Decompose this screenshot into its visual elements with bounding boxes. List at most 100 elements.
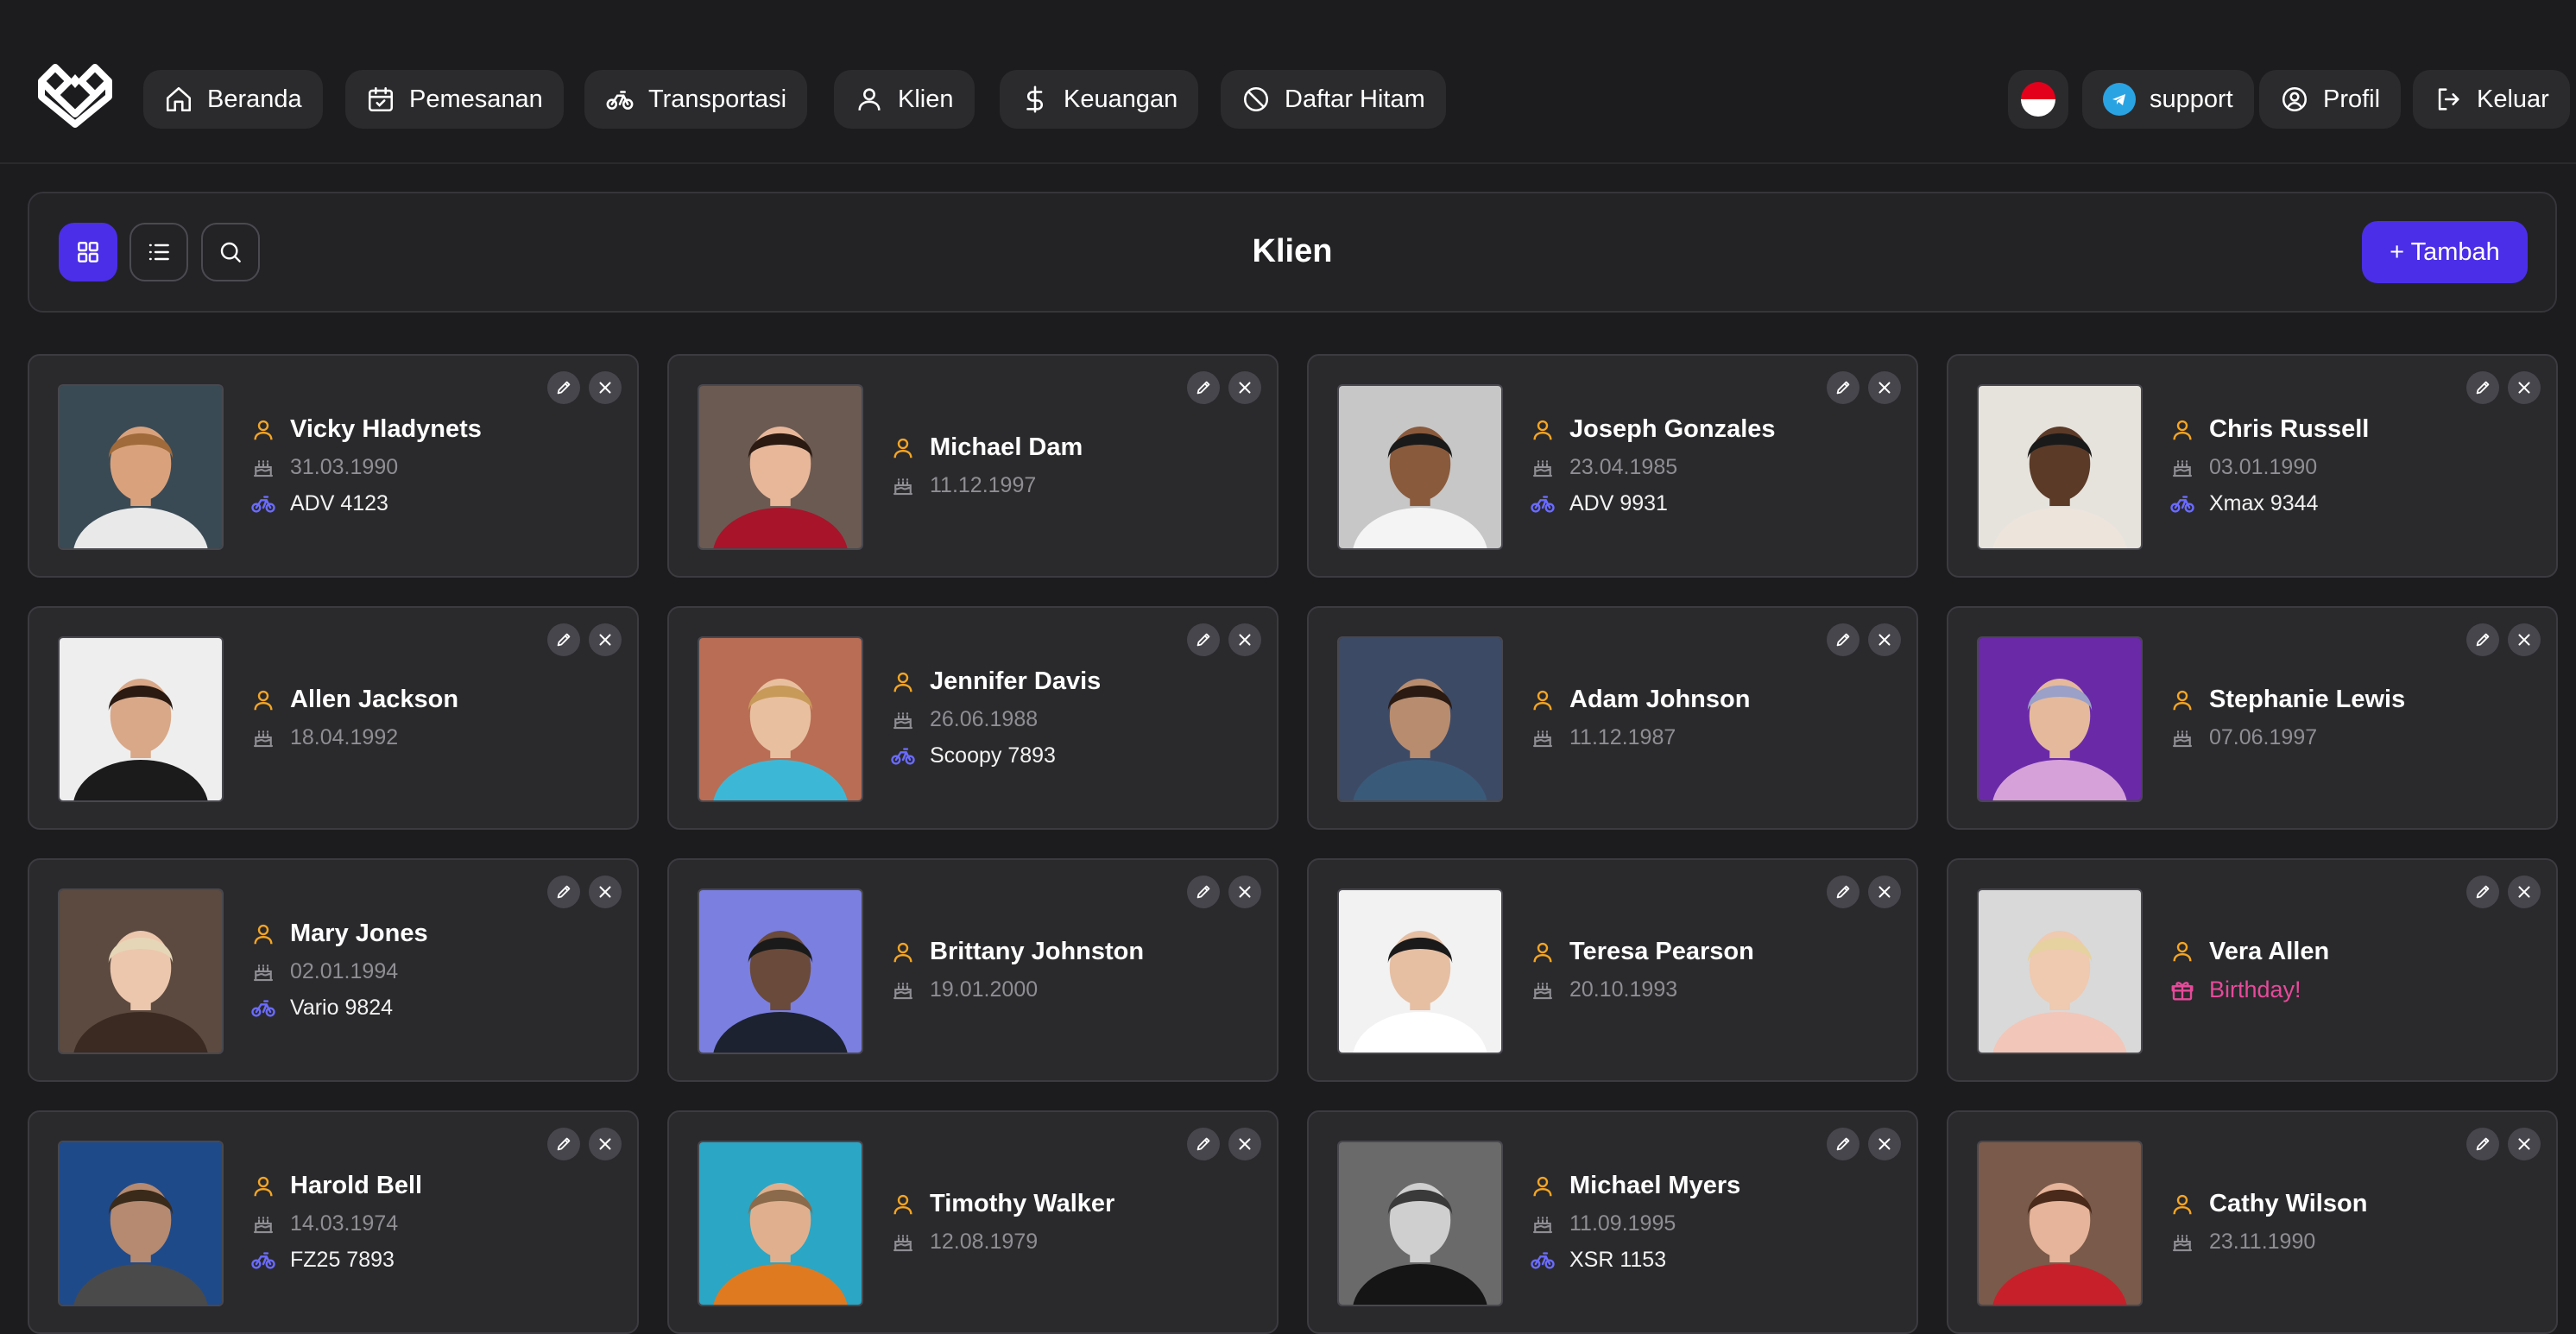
client-card[interactable]: Vera Allen Birthday! [1947, 858, 2558, 1082]
client-card[interactable]: Adam Johnson 11.12.1987 [1307, 606, 1918, 830]
delete-button[interactable] [1868, 1128, 1901, 1160]
client-card[interactable]: Michael Myers 11.09.1995 XSR 1153 [1307, 1110, 1918, 1334]
close-icon [1878, 382, 1891, 394]
client-card[interactable]: Harold Bell 14.03.1974 FZ25 7893 [28, 1110, 639, 1334]
client-photo[interactable] [58, 384, 224, 550]
nav-label: Transportasi [648, 85, 787, 113]
close-icon [1239, 886, 1251, 898]
profile-icon [2282, 86, 2308, 112]
client-vehicle: FZ25 7893 [290, 1247, 395, 1272]
user-icon [1533, 420, 1552, 439]
client-photo[interactable] [58, 1141, 224, 1306]
delete-button[interactable] [1228, 623, 1261, 656]
delete-button[interactable] [1228, 371, 1261, 404]
delete-button[interactable] [2508, 623, 2541, 656]
client-dob-row: 23.11.1990 [2169, 1229, 2487, 1255]
nav-item-daftar-hitam[interactable]: Daftar Hitam [1221, 70, 1446, 129]
client-card[interactable]: Joseph Gonzales 23.04.1985 ADV 9931 [1307, 354, 1918, 578]
add-client-button[interactable]: + Tambah [2362, 221, 2528, 283]
client-name: Chris Russell [2209, 415, 2370, 443]
delete-button[interactable] [589, 623, 622, 656]
client-photo[interactable] [1977, 1141, 2143, 1306]
client-card[interactable]: Allen Jackson 18.04.1992 [28, 606, 639, 830]
logout-button[interactable]: Keluar [2413, 70, 2570, 129]
delete-button[interactable] [1868, 623, 1901, 656]
support-button[interactable]: support [2082, 70, 2254, 129]
cake-icon [893, 712, 913, 730]
nav-label: Daftar Hitam [1285, 85, 1425, 113]
bike-icon [251, 1252, 275, 1269]
client-card[interactable]: Michael Dam 11.12.1997 [667, 354, 1279, 578]
nav-item-keuangan[interactable]: Keuangan [1000, 70, 1199, 129]
bike-icon [251, 496, 275, 513]
client-card[interactable]: Mary Jones 02.01.1994 Vario 9824 [28, 858, 639, 1082]
client-photo[interactable] [698, 1141, 863, 1306]
delete-button[interactable] [1228, 876, 1261, 908]
delete-button[interactable] [1868, 371, 1901, 404]
cake-icon [893, 983, 913, 1000]
client-card[interactable]: Brittany Johnston 19.01.2000 [667, 858, 1279, 1082]
delete-button[interactable] [2508, 876, 2541, 908]
logo-icon[interactable] [33, 62, 117, 128]
client-card[interactable]: Stephanie Lewis 07.06.1997 [1947, 606, 2558, 830]
client-photo[interactable] [58, 888, 224, 1054]
language-button[interactable] [2008, 70, 2068, 129]
client-photo[interactable] [698, 384, 863, 550]
client-card[interactable]: Jennifer Davis 26.06.1988 Scoopy 7893 [667, 606, 1279, 830]
client-photo[interactable] [1337, 888, 1503, 1054]
client-photo[interactable] [1337, 636, 1503, 802]
cake-icon [1532, 983, 1553, 1000]
cake-icon [253, 730, 274, 748]
client-vehicle-row: XSR 1153 [1530, 1247, 1847, 1273]
client-card[interactable]: Chris Russell 03.01.1990 Xmax 9344 [1947, 354, 2558, 578]
logout-icon [2438, 88, 2459, 111]
client-name: Vicky Hladynets [290, 415, 482, 443]
delete-button[interactable] [589, 1128, 622, 1160]
client-dob: 11.12.1987 [1569, 724, 1676, 749]
delete-button[interactable] [589, 876, 622, 908]
client-info: Vicky Hladynets 31.03.1990 ADV 4123 [250, 356, 568, 576]
nav-item-transportasi[interactable]: Transportasi [584, 70, 808, 129]
delete-button[interactable] [2508, 371, 2541, 404]
nav-item-klien[interactable]: Klien [834, 70, 975, 129]
client-name-row: Michael Myers [1530, 1172, 1847, 1200]
client-info: Chris Russell 03.01.1990 Xmax 9344 [2169, 356, 2487, 576]
client-card[interactable]: Timothy Walker 12.08.1979 [667, 1110, 1279, 1334]
delete-button[interactable] [1868, 876, 1901, 908]
client-name-row: Joseph Gonzales [1530, 415, 1847, 444]
client-dob: 18.04.1992 [290, 724, 399, 749]
client-name: Adam Johnson [1569, 686, 1751, 713]
client-photo[interactable] [1977, 384, 2143, 550]
bike-icon [1531, 1252, 1555, 1269]
nav-item-pemesanan[interactable]: Pemesanan [345, 70, 564, 129]
client-name-row: Chris Russell [2169, 415, 2487, 444]
client-dob: 31.03.1990 [290, 454, 399, 479]
client-photo[interactable] [58, 636, 224, 802]
client-photo[interactable] [1337, 1141, 1503, 1306]
delete-button[interactable] [2508, 1128, 2541, 1160]
profile-button[interactable]: Profil [2259, 70, 2402, 129]
client-photo[interactable] [698, 888, 863, 1054]
client-dob: 03.01.1990 [2209, 454, 2318, 479]
nav-label: Keuangan [1064, 85, 1178, 113]
client-dob-row: 11.09.1995 [1530, 1211, 1847, 1236]
client-card[interactable]: Teresa Pearson 20.10.1993 [1307, 858, 1918, 1082]
user-icon [2173, 941, 2192, 962]
delete-button[interactable] [589, 371, 622, 404]
delete-button[interactable] [1228, 1128, 1261, 1160]
client-card[interactable]: Cathy Wilson 23.11.1990 [1947, 1110, 2558, 1334]
client-vehicle: Xmax 9344 [2209, 490, 2319, 515]
client-photo[interactable] [1337, 384, 1503, 550]
client-dob: 26.06.1988 [930, 706, 1039, 731]
client-info: Timothy Walker 12.08.1979 [890, 1112, 1208, 1332]
close-icon [599, 382, 611, 394]
client-card[interactable]: Vicky Hladynets 31.03.1990 ADV 4123 [28, 354, 639, 578]
client-name: Stephanie Lewis [2209, 686, 2406, 713]
client-photo[interactable] [1977, 888, 2143, 1054]
client-info: Allen Jackson 18.04.1992 [250, 608, 568, 828]
client-vehicle-row: FZ25 7893 [250, 1247, 568, 1273]
client-photo[interactable] [698, 636, 863, 802]
nav-item-beranda[interactable]: Beranda [143, 70, 323, 129]
client-info: Joseph Gonzales 23.04.1985 ADV 9931 [1530, 356, 1847, 576]
client-photo[interactable] [1977, 636, 2143, 802]
